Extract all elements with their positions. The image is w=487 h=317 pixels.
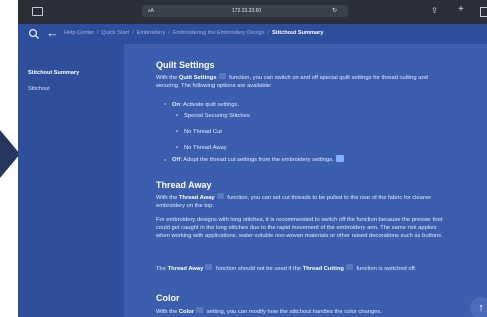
url-text: 172.23.33.60: [232, 8, 262, 14]
tabs-icon[interactable]: [480, 7, 487, 17]
sidebar-toggle-icon[interactable]: [32, 7, 43, 16]
bullet-icon: [176, 146, 178, 149]
breadcrumb-separator: /: [132, 30, 134, 36]
address-bar[interactable]: 172.23.33.60 ↻: [142, 5, 348, 17]
thread-away-paragraph: For embroidery designs with long stitche…: [156, 217, 443, 239]
list-item: Special Securing Stitches: [176, 112, 250, 120]
quilt-settings-heading: Quilt Settings: [156, 60, 215, 70]
back-arrow-icon[interactable]: ←: [46, 25, 59, 41]
info-icon[interactable]: [216, 193, 224, 200]
breadcrumb-separator: /: [96, 30, 99, 36]
breadcrumb-item[interactable]: Embroidery: [137, 30, 166, 36]
bold-text: On: [172, 102, 181, 108]
bullet-icon: [176, 130, 178, 133]
info-icon[interactable]: [196, 307, 204, 314]
tablet-screen: 172.23.33.60 ↻ ᴀA ⇪ + ← Help Center / Quic…: [18, 0, 487, 317]
plus-icon[interactable]: +: [458, 4, 464, 15]
text: With the: [156, 75, 179, 81]
share-icon[interactable]: ⇪: [431, 6, 438, 15]
bullet-icon: [164, 158, 166, 161]
text: function should not be used if the: [214, 266, 303, 272]
quilt-settings-intro: With the Quilt Settings function, you ca…: [156, 73, 451, 90]
list-item: Off: Adopt the thread cut settings from …: [164, 155, 346, 164]
list-item: On: Activate quilt settings.: [164, 101, 239, 109]
sidebar: Stitchout Summary Stitchout: [18, 44, 122, 317]
breadcrumb-item[interactable]: Help Center: [64, 30, 94, 36]
bold-text: Thread Away: [167, 266, 204, 272]
arrow-up-icon[interactable]: ↑: [470, 297, 487, 317]
bold-text: Quilt Settings: [178, 75, 217, 81]
breadcrumb-separator: /: [168, 30, 170, 36]
text-size-button[interactable]: ᴀA: [148, 8, 154, 14]
bold-text: Thread Away: [178, 195, 215, 201]
info-icon[interactable]: [205, 264, 213, 271]
text: : Adopt the thread cut settings from the…: [180, 157, 334, 164]
info-icon[interactable]: [218, 73, 226, 80]
breadcrumb-item[interactable]: Quick Start: [101, 30, 129, 36]
search-icon[interactable]: [28, 28, 40, 40]
bold-text: Thread Cutting: [302, 266, 344, 272]
info-icon[interactable]: [335, 155, 344, 162]
color-paragraph: With the Color setting, you can modify h…: [156, 307, 476, 316]
play-arrow-icon: [0, 130, 20, 178]
text: With the: [156, 309, 179, 315]
main-content: Quilt Settings With the Quilt Settings f…: [124, 44, 487, 317]
bullet-icon: [176, 114, 178, 117]
text: : Activate quilt settings.: [180, 102, 240, 108]
info-icon[interactable]: [345, 264, 353, 271]
text: No Thread Cut: [184, 129, 222, 135]
browser-toolbar: 172.23.33.60 ↻ ᴀA ⇪ +: [18, 0, 487, 24]
breadcrumb-item[interactable]: Embroidering the Embroidery Design: [173, 30, 265, 36]
breadcrumb: Help Center / Quick Start / Embroidery / Embro…: [64, 30, 323, 36]
breadcrumb-current: Stitchout Summary: [272, 30, 324, 36]
thread-away-heading: Thread Away: [156, 180, 212, 190]
text: function is switched off.: [354, 266, 417, 272]
list-item: No Thread Cut: [176, 128, 222, 136]
breadcrumb-separator: /: [267, 30, 270, 36]
reload-icon[interactable]: ↻: [332, 7, 337, 14]
text: setting, you can modify how the stitchou…: [205, 309, 382, 315]
thread-away-paragraph: With the Thread Away function, you can s…: [156, 193, 451, 210]
text: No Thread Away: [184, 145, 227, 151]
sidebar-item-stitchout[interactable]: Stitchout: [18, 83, 122, 96]
bullet-icon: [164, 103, 166, 106]
sidebar-item-stitchout-summary[interactable]: Stitchout Summary: [18, 67, 122, 80]
thread-away-paragraph: The Thread Away function should not be u…: [156, 264, 451, 273]
text: Special Securing Stitches: [184, 113, 250, 119]
list-item: No Thread Away: [176, 144, 227, 152]
help-navbar: ← Help Center / Quick Start / Embroidery / Emb…: [18, 24, 487, 44]
color-heading: Color: [156, 293, 180, 303]
text: With the: [156, 195, 179, 201]
bold-text: Color: [178, 309, 195, 315]
text: The: [156, 266, 168, 272]
